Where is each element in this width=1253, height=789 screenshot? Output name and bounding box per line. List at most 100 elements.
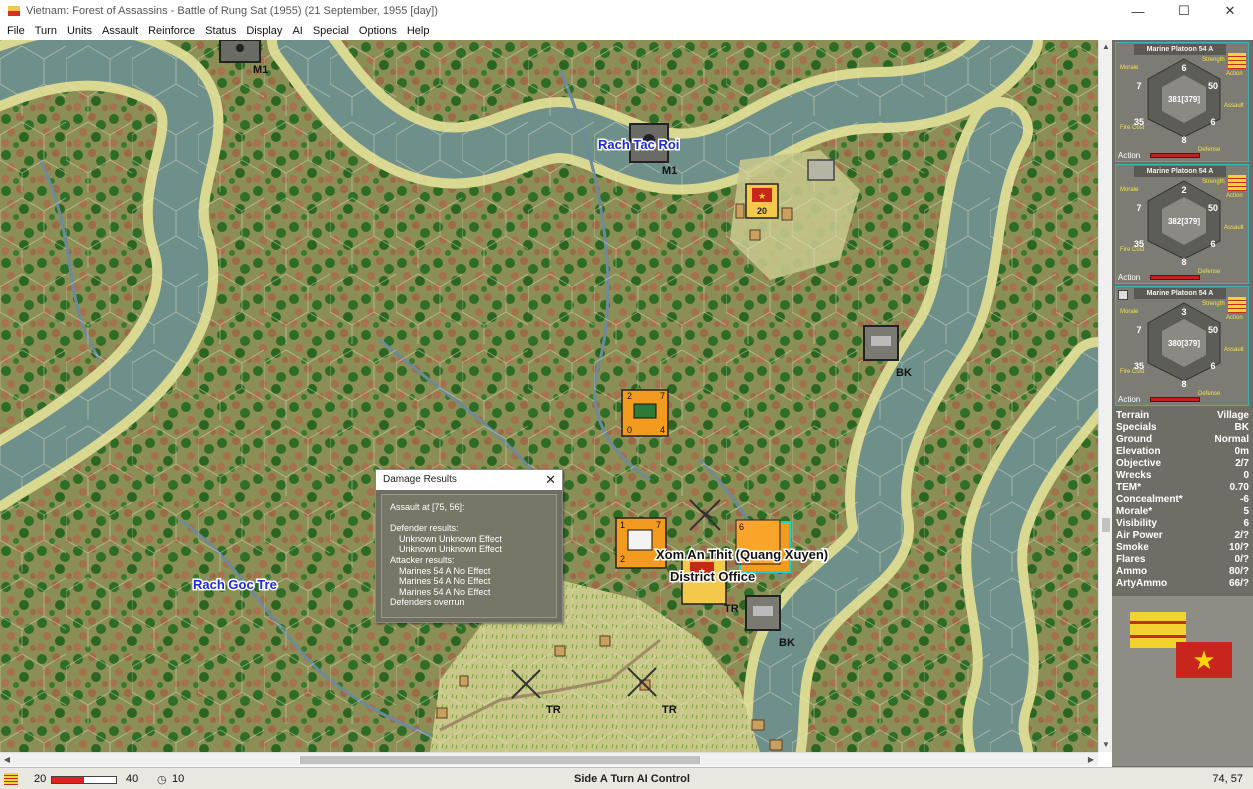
minimize-button[interactable]: —: [1115, 0, 1161, 22]
unit-tag: TR: [662, 704, 677, 716]
enemy-unit-counter[interactable]: ★ 20: [745, 183, 779, 219]
terrain-row: Air Power 2/?: [1116, 530, 1249, 541]
strength-value: 6: [1181, 63, 1187, 73]
place-label: Rach Tac Roi: [598, 137, 679, 152]
assault-value: 50: [1207, 203, 1218, 213]
side-flags-panel: ★: [1112, 596, 1253, 766]
dialog-close-button[interactable]: ✕: [545, 470, 556, 490]
result-line: Marines 54 A No Effect: [399, 586, 491, 597]
result-line: [390, 513, 548, 524]
status-value-left: 20: [34, 773, 47, 785]
terrain-row: Wrecks 0: [1116, 470, 1249, 481]
window-title: Vietnam: Forest of Assassins - Battle of…: [26, 5, 438, 17]
svg-text:2: 2: [627, 391, 632, 401]
selected-unit-stack[interactable]: 6: [735, 519, 791, 573]
damage-results-dialog[interactable]: Damage Results ✕ Assault at [75, 56]: De…: [375, 469, 563, 623]
unit-card[interactable]: Marine Platoon 54 A Strength Morale Acti…: [1115, 286, 1249, 406]
progress-fill: [52, 777, 84, 783]
terrain-row: Morale* 5: [1116, 506, 1249, 517]
menu-status[interactable]: Status: [200, 25, 241, 37]
assault-value: 50: [1207, 325, 1218, 335]
scroll-down-arrow[interactable]: ▼: [1099, 738, 1113, 752]
terrain-row: Ground Normal: [1116, 434, 1249, 445]
fire-value: 35: [1133, 239, 1144, 249]
hex-map[interactable]: ★ 20 2 7 0 4 1 7 2 6 ★ Rach Tac Roi Rach…: [0, 40, 1098, 752]
horizontal-scrollbar[interactable]: ◀ ▶: [0, 752, 1098, 766]
svg-text:2: 2: [620, 554, 625, 564]
unit-name: Marine Platoon 54 A: [1134, 288, 1226, 299]
map-canvas[interactable]: ★ 20 2 7 0 4 1 7 2 6 ★ Rach Tac Roi Rach…: [0, 40, 1098, 752]
scroll-thumb[interactable]: [1102, 518, 1110, 532]
place-label: Rach Goc Tre: [193, 577, 277, 592]
morale-value: 7: [1136, 203, 1142, 213]
menu-help[interactable]: Help: [402, 25, 435, 37]
menu-display[interactable]: Display: [241, 25, 287, 37]
scroll-thumb[interactable]: [300, 756, 700, 764]
turn-status-text: Side A Turn AI Control: [574, 773, 690, 785]
strength-value: 2: [1181, 185, 1187, 195]
terrain-info-panel: Terrain Village Specials BK Ground Normal E…: [1112, 410, 1253, 592]
vertical-scrollbar[interactable]: ▲ ▼: [1098, 40, 1112, 752]
menu-reinforce[interactable]: Reinforce: [143, 25, 200, 37]
action-bar: [1150, 275, 1200, 280]
unit-flag-icon: [1228, 175, 1246, 191]
progress-bar: [51, 776, 117, 784]
unit-card[interactable]: Marine Platoon 54 A Strength Morale Acti…: [1115, 164, 1249, 284]
bunker-icon[interactable]: [219, 40, 261, 63]
action-label: Action: [1118, 151, 1141, 160]
terrain-row: Elevation 0m: [1116, 446, 1249, 457]
svg-text:7: 7: [660, 391, 665, 401]
friendly-unit-counter[interactable]: 2 7 0 4: [621, 389, 669, 437]
clock-icon: ◷: [157, 774, 167, 786]
morale-value: 7: [1136, 325, 1142, 335]
svg-text:4: 4: [660, 425, 665, 435]
scroll-left-arrow[interactable]: ◀: [0, 753, 14, 767]
hex-grid: [0, 40, 1098, 752]
unit-tag: M1: [662, 165, 677, 177]
place-label: Xom An Thit (Quang Xuyen): [656, 547, 828, 562]
unit-id: 381[379]: [1167, 95, 1201, 104]
armor-value: 6: [1210, 239, 1216, 249]
terrain-row: Objective 2/7: [1116, 458, 1249, 469]
menu-turn[interactable]: Turn: [30, 25, 62, 37]
menu-units[interactable]: Units: [62, 25, 97, 37]
unit-id: 380[379]: [1167, 339, 1201, 348]
terrain-row: Smoke 10/?: [1116, 542, 1249, 553]
result-line: Unknown Unknown Effect: [399, 533, 502, 544]
bunker-icon[interactable]: [863, 325, 899, 361]
menu-special[interactable]: Special: [308, 25, 354, 37]
svg-text:1: 1: [620, 520, 625, 530]
bunker-icon[interactable]: [807, 159, 835, 181]
action-label: Action: [1118, 273, 1141, 282]
unit-card[interactable]: Marine Platoon 54 A Strength Morale Acti…: [1115, 42, 1249, 162]
scroll-right-arrow[interactable]: ▶: [1084, 753, 1098, 767]
result-line: Defender results:: [390, 523, 459, 534]
svg-text:6: 6: [739, 522, 744, 532]
dialog-title: Damage Results: [376, 470, 562, 490]
menu-file[interactable]: File: [2, 25, 30, 37]
result-line: Marines 54 A No Effect: [399, 565, 491, 576]
hex-coordinates: 74, 57: [1212, 773, 1243, 785]
svg-text:7: 7: [656, 520, 661, 530]
unit-tag: M1: [253, 64, 268, 76]
unit-flag-icon: [1228, 297, 1246, 313]
action-bar: [1150, 153, 1200, 158]
close-window-button[interactable]: ✕: [1207, 0, 1253, 22]
armor-value: 6: [1210, 361, 1216, 371]
unit-name: Marine Platoon 54 A: [1134, 44, 1226, 55]
terrain-row: Concealment* -6: [1116, 494, 1249, 505]
bunker-icon[interactable]: [745, 595, 781, 631]
result-line: Marines 54 A No Effect: [399, 576, 491, 587]
defense-value: 8: [1181, 257, 1187, 267]
menu-assault[interactable]: Assault: [97, 25, 143, 37]
scroll-up-arrow[interactable]: ▲: [1099, 40, 1113, 54]
maximize-button[interactable]: ☐: [1161, 0, 1207, 22]
title-bar: Vietnam: Forest of Assassins - Battle of…: [0, 0, 1253, 22]
result-line: Defenders overrun: [390, 597, 465, 608]
unit-tag: BK: [779, 637, 795, 649]
side-flag-icon: [4, 773, 18, 785]
result-line: Unknown Unknown Effect: [399, 544, 502, 555]
app-flag-icon: [8, 6, 20, 16]
menu-ai[interactable]: AI: [287, 25, 307, 37]
menu-options[interactable]: Options: [354, 25, 402, 37]
